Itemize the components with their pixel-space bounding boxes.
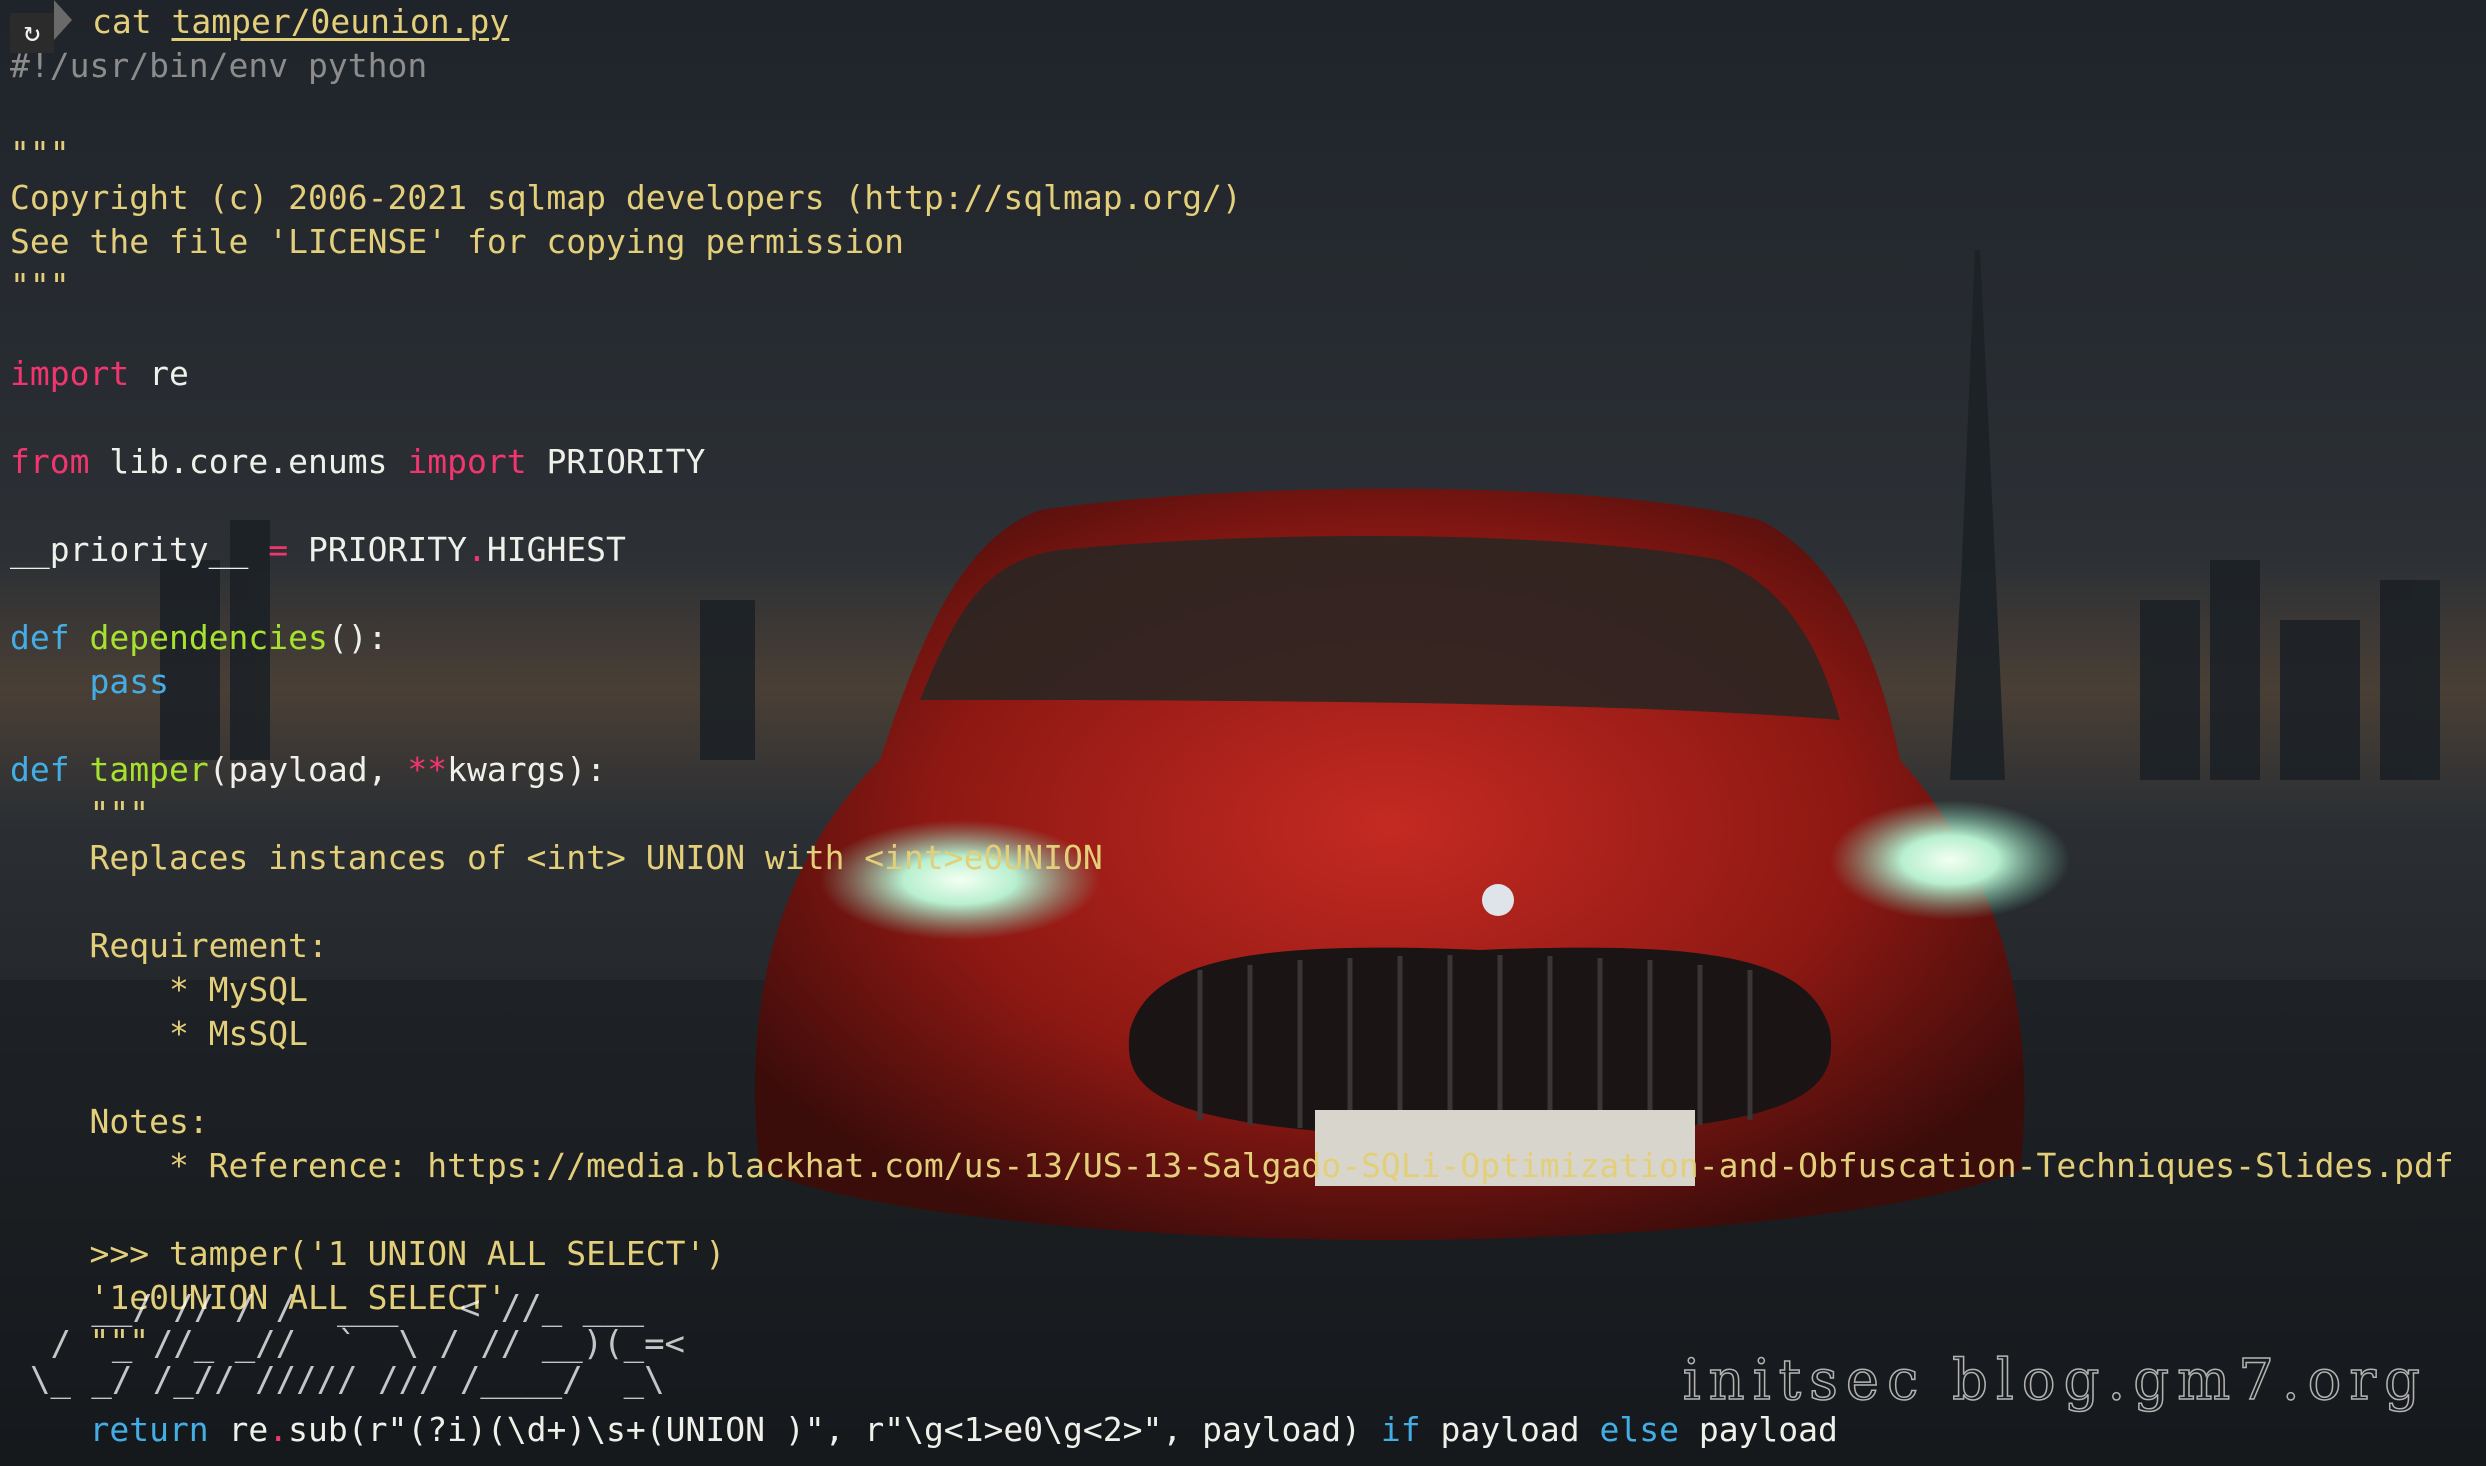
- copyright-line: Copyright (c) 2006-2021 sqlmap developer…: [10, 178, 1242, 217]
- docstring-line: Notes:: [10, 1102, 209, 1141]
- code-output: ↻ cat tamper/0eunion.py #!/usr/bin/env pyt…: [10, 0, 2454, 1452]
- module-name: re: [208, 1410, 269, 1449]
- docstring-quote: """: [10, 266, 70, 305]
- ascii-logo: __/ // / / ___ < //_ ___ / _ //_ _// ` \…: [30, 1290, 685, 1398]
- docstring-quote: """: [10, 794, 150, 833]
- params: kwargs):: [447, 750, 607, 789]
- keyword: else: [1599, 1410, 1679, 1449]
- params: (payload,: [208, 750, 408, 789]
- terminal-window[interactable]: ↻ cat tamper/0eunion.py #!/usr/bin/env pyt…: [0, 0, 2486, 1466]
- return-line: return re.sub(r"(?i)(\d+)\s+(UNION )", r…: [10, 1408, 2454, 1452]
- module-name: re: [129, 354, 189, 393]
- attribute-name: HIGHEST: [486, 530, 626, 569]
- watermark: initsec blog.gm7.org: [1682, 1347, 2428, 1414]
- docstring-quote: """: [10, 134, 70, 173]
- pass-line: pass: [10, 662, 169, 701]
- operator: .: [466, 530, 487, 569]
- def-tamper-line: def tamper(payload, **kwargs):: [10, 748, 2454, 792]
- object-name: PRIORITY: [288, 530, 467, 569]
- function-name: dependencies: [69, 618, 328, 657]
- command-argument[interactable]: tamper/0eunion.py: [171, 2, 509, 41]
- keyword: def: [10, 750, 70, 789]
- variable-name: payload: [1420, 1410, 1600, 1449]
- docstring-reference-line: * Reference: https://media.blackhat.com/…: [10, 1146, 2454, 1185]
- import-line: import re: [10, 352, 2454, 396]
- operator: **: [407, 750, 448, 789]
- ascii-logo-line: __/ // / / ___ < //_ ___: [30, 1288, 645, 1328]
- def-dependencies-line: def dependencies():: [10, 616, 2454, 660]
- docstring-line: Requirement:: [10, 926, 328, 965]
- docstring-line: * MySQL: [10, 970, 309, 1009]
- keyword: def: [10, 618, 70, 657]
- params: ():: [327, 618, 388, 657]
- ascii-logo-line: / _ //_ _// ` \ / // __)(_=<: [30, 1324, 686, 1364]
- imported-name: PRIORITY: [526, 442, 706, 481]
- keyword: import: [10, 354, 130, 393]
- keyword: import: [407, 442, 527, 481]
- keyword: if: [1380, 1410, 1421, 1449]
- operator: =: [268, 530, 289, 569]
- refresh-icon: ↻: [10, 13, 54, 53]
- docstring-line: * MsSQL: [10, 1014, 309, 1053]
- from-import-line: from lib.core.enums import PRIORITY: [10, 440, 2454, 484]
- call-expression: sub(r"(?i)(\d+)\s+(UNION )", r"\g<1>e0\g…: [288, 1410, 1381, 1449]
- shell-prompt-line: ↻ cat tamper/0eunion.py: [10, 0, 2454, 53]
- variable-name: __priority__: [10, 530, 269, 569]
- keyword: return: [10, 1410, 209, 1449]
- docstring-line: >>> tamper('1 UNION ALL SELECT'): [10, 1234, 726, 1273]
- license-line: See the file 'LICENSE' for copying permi…: [10, 222, 905, 261]
- priority-line: __priority__ = PRIORITY.HIGHEST: [10, 528, 2454, 572]
- variable-name: payload: [1678, 1410, 1838, 1449]
- module-name: lib.core.enums: [89, 442, 408, 481]
- docstring-line: Replaces instances of <int> UNION with <…: [10, 838, 1103, 877]
- shebang-line: #!/usr/bin/env python: [10, 46, 428, 85]
- ascii-logo-line: \_ _/ /_// ///// /// /____/ _\: [30, 1360, 665, 1400]
- operator: .: [268, 1410, 289, 1449]
- command: cat: [92, 2, 152, 41]
- function-name: tamper: [69, 750, 209, 789]
- prompt-arrow-icon: [54, 0, 72, 40]
- keyword: from: [10, 442, 90, 481]
